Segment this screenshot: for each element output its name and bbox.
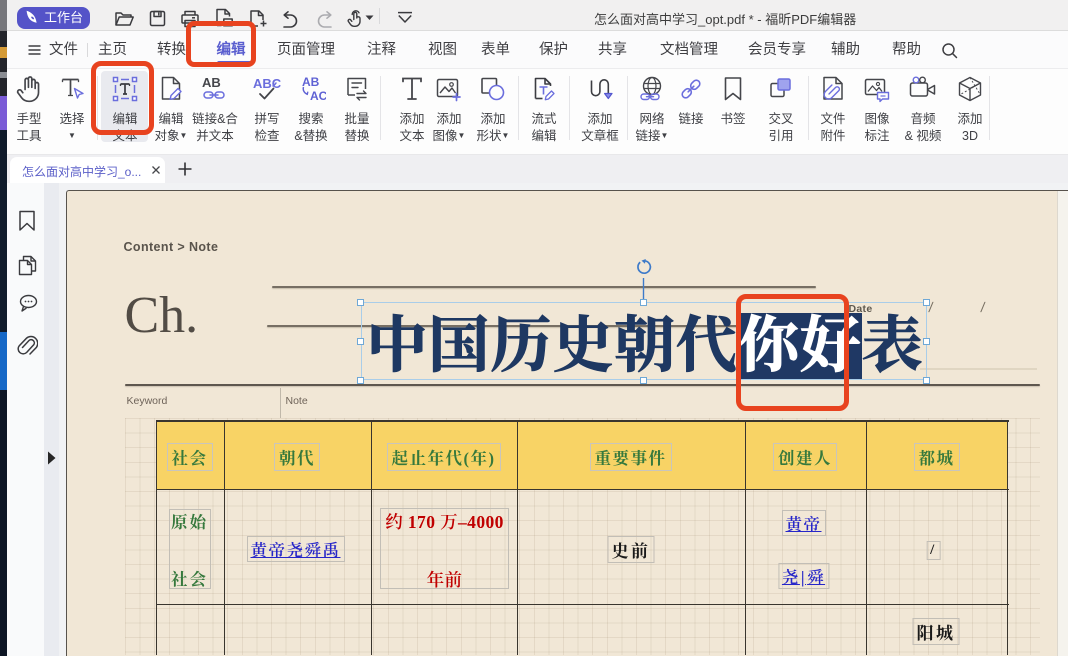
svg-text:AB: AB xyxy=(202,75,221,90)
svg-text:AC: AC xyxy=(310,89,326,103)
svg-text:AB: AB xyxy=(302,75,320,89)
svg-text:ABC: ABC xyxy=(253,76,282,91)
